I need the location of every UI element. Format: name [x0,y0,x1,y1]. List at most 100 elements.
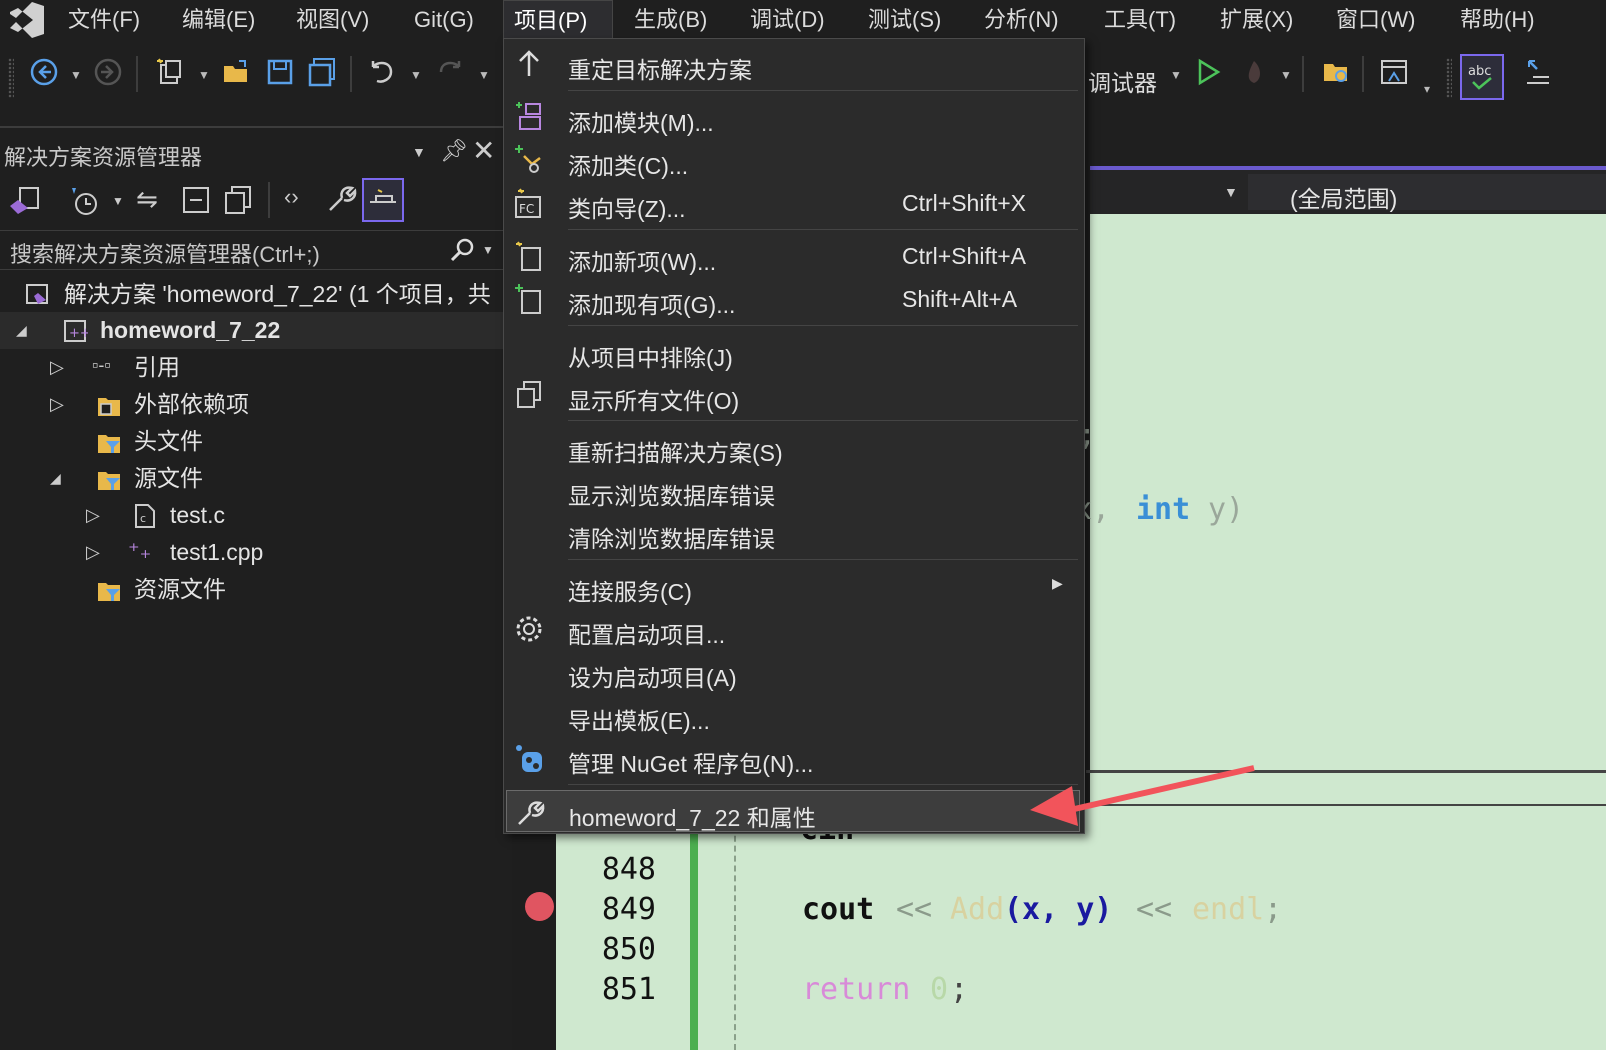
search-options-dropdown-icon[interactable]: ▼ [482,243,494,257]
menu-tools[interactable]: 工具(T) [1094,0,1186,40]
find-in-files-icon[interactable] [1318,54,1354,90]
menu-view[interactable]: 视图(V) [286,0,379,40]
tree-node-resource-files[interactable]: 资源文件 [0,571,510,608]
menu-window[interactable]: 窗口(W) [1326,0,1425,40]
panel-menu-dropdown-icon[interactable]: ▼ [412,144,426,160]
search-icon[interactable] [448,235,478,265]
preview-selected-items-icon[interactable] [362,178,404,222]
menu-item-set-startup[interactable]: 设为启动项目(A) [504,651,1084,693]
menu-item-connected-services[interactable]: 连接服务(C) ▶ [504,565,1084,607]
debugger-label[interactable]: 调试器 [1088,64,1157,98]
filter-folder-icon [98,472,120,490]
menu-item-add-class[interactable]: 添加类(C)... [504,139,1084,181]
menu-separator [568,784,1078,785]
menu-extensions[interactable]: 扩展(X) [1210,0,1303,40]
toolbar-overflow-icon[interactable]: ▾ [1424,82,1436,96]
sync-icon[interactable]: ⇋ [136,184,158,215]
collapsed-arrow-icon[interactable]: ▷ [86,497,100,534]
home-icon[interactable] [8,184,42,218]
back-dropdown-icon[interactable]: ▼ [70,68,82,82]
menu-item-label: 类向导(Z)... [568,196,686,222]
new-dropdown-icon[interactable]: ▼ [198,68,210,82]
menu-debug[interactable]: 调试(D) [740,0,835,40]
menu-item-manage-nuget[interactable]: 管理 NuGet 程序包(N)... [504,737,1084,779]
menu-item-configure-startup[interactable]: 配置启动项目... [504,608,1084,650]
solution-search-input[interactable]: 搜索解决方案资源管理器(Ctrl+;) ▼ [0,230,510,270]
save-all-icon[interactable] [304,54,340,90]
redo-icon[interactable] [432,54,468,90]
pending-dropdown-icon[interactable]: ▼ [112,194,124,208]
start-debug-icon[interactable] [1190,54,1226,90]
menu-item-add-new-item[interactable]: 添加新项(W)... Ctrl+Shift+A [504,235,1084,277]
collapsed-arrow-icon[interactable]: ▷ [50,349,64,386]
tree-project-node[interactable]: ◢ ++ homeword_7_22 [0,312,510,349]
spell-check-icon[interactable]: abc [1460,54,1504,100]
redo-dropdown-icon[interactable]: ▼ [478,68,490,82]
menu-build[interactable]: 生成(B) [624,0,717,40]
menu-help[interactable]: 帮助(H) [1450,0,1545,40]
save-icon[interactable] [262,54,298,90]
menu-edit[interactable]: 编辑(E) [172,0,265,40]
back-icon[interactable] [26,54,62,90]
menu-item-exclude[interactable]: 从项目中排除(J) [504,331,1084,373]
menu-item-class-wizard[interactable]: FC 类向导(Z)... Ctrl+Shift+X [504,182,1084,224]
gear-icon [516,616,542,642]
menu-item-add-existing-item[interactable]: 添加现有项(G)... Shift+Alt+A [504,278,1084,320]
breakpoint-icon[interactable] [525,892,554,921]
tree-node-header-files[interactable]: 头文件 [0,423,510,460]
collapsed-arrow-icon[interactable]: ▷ [86,534,100,571]
menu-project[interactable]: 项目(P) [503,0,613,40]
hot-reload-dropdown-icon[interactable]: ▼ [1280,68,1292,82]
menu-test[interactable]: 测试(S) [858,0,951,40]
pin-icon[interactable]: 📌︎ [440,138,468,164]
menu-file[interactable]: 文件(F) [58,0,150,40]
toolbar-separator [136,56,138,92]
menu-item-show-all-files[interactable]: 显示所有文件(O) [504,374,1084,416]
visual-studio-logo-icon[interactable] [6,2,50,38]
browse-icon[interactable] [1376,54,1412,90]
menu-item-clear-db-errors[interactable]: 清除浏览数据库错误 [504,512,1084,554]
menu-item-label: 重定目标解决方案 [568,57,752,83]
show-all-files-icon[interactable] [222,184,254,216]
menu-analyze[interactable]: 分析(N) [974,0,1069,40]
close-icon[interactable]: ✕ [472,134,495,167]
step-into-icon[interactable] [1520,54,1556,90]
menu-item-rescan[interactable]: 重新扫描解决方案(S) [504,426,1084,468]
tree-node-external-deps[interactable]: ▷ 外部依赖项 [0,386,510,423]
collapsed-arrow-icon[interactable]: ▷ [50,386,64,423]
menu-item-label: 显示所有文件(O) [568,388,740,414]
hot-reload-icon[interactable] [1236,54,1272,90]
pending-changes-icon[interactable] [66,184,100,218]
menu-item-show-db-errors[interactable]: 显示浏览数据库错误 [504,469,1084,511]
toolbar-separator [350,56,352,92]
tree-node-test1-cpp[interactable]: ▷ ⁺₊ test1.cpp [0,534,510,571]
nav-dropdown-icon[interactable]: ▼ [1224,184,1238,200]
view-code-icon[interactable]: ‹› [284,184,299,210]
menu-item-retarget[interactable]: 重定目标解决方案 [504,43,1084,85]
menu-item-properties[interactable]: homeword_7_22 和属性 [506,790,1080,832]
collapse-all-icon[interactable] [180,184,212,216]
tree-node-test-c[interactable]: ▷ c test.c [0,497,510,534]
expanded-arrow-icon[interactable]: ◢ [16,312,27,349]
toolbar-grip[interactable] [1446,58,1452,98]
code-editor-lines[interactable] [556,806,1606,1050]
properties-wrench-icon[interactable] [324,182,358,216]
add-module-icon [516,102,541,130]
breakpoint-gutter[interactable] [512,806,556,1050]
new-project-icon[interactable] [152,54,188,90]
menu-item-export-template[interactable]: 导出模板(E)... [504,694,1084,736]
toolbar-separator [1302,56,1304,92]
open-folder-icon[interactable] [218,54,254,90]
debugger-dropdown-icon[interactable]: ▼ [1170,68,1182,82]
toolbar-grip[interactable] [8,58,14,98]
code-keyword: int [1136,492,1191,527]
tree-node-references[interactable]: ▷ ▫-▫ 引用 [0,349,510,386]
tree-solution-node[interactable]: 解决方案 'homeword_7_22' (1 个项目，共 [0,276,510,313]
expanded-arrow-icon[interactable]: ◢ [50,460,61,497]
menu-git[interactable]: Git(G) [404,0,484,40]
undo-dropdown-icon[interactable]: ▼ [410,68,422,82]
menu-item-add-module[interactable]: 添加模块(M)... [504,96,1084,138]
undo-icon[interactable] [364,54,400,90]
tree-node-source-files[interactable]: ◢ 源文件 [0,460,510,497]
forward-icon[interactable] [90,54,126,90]
